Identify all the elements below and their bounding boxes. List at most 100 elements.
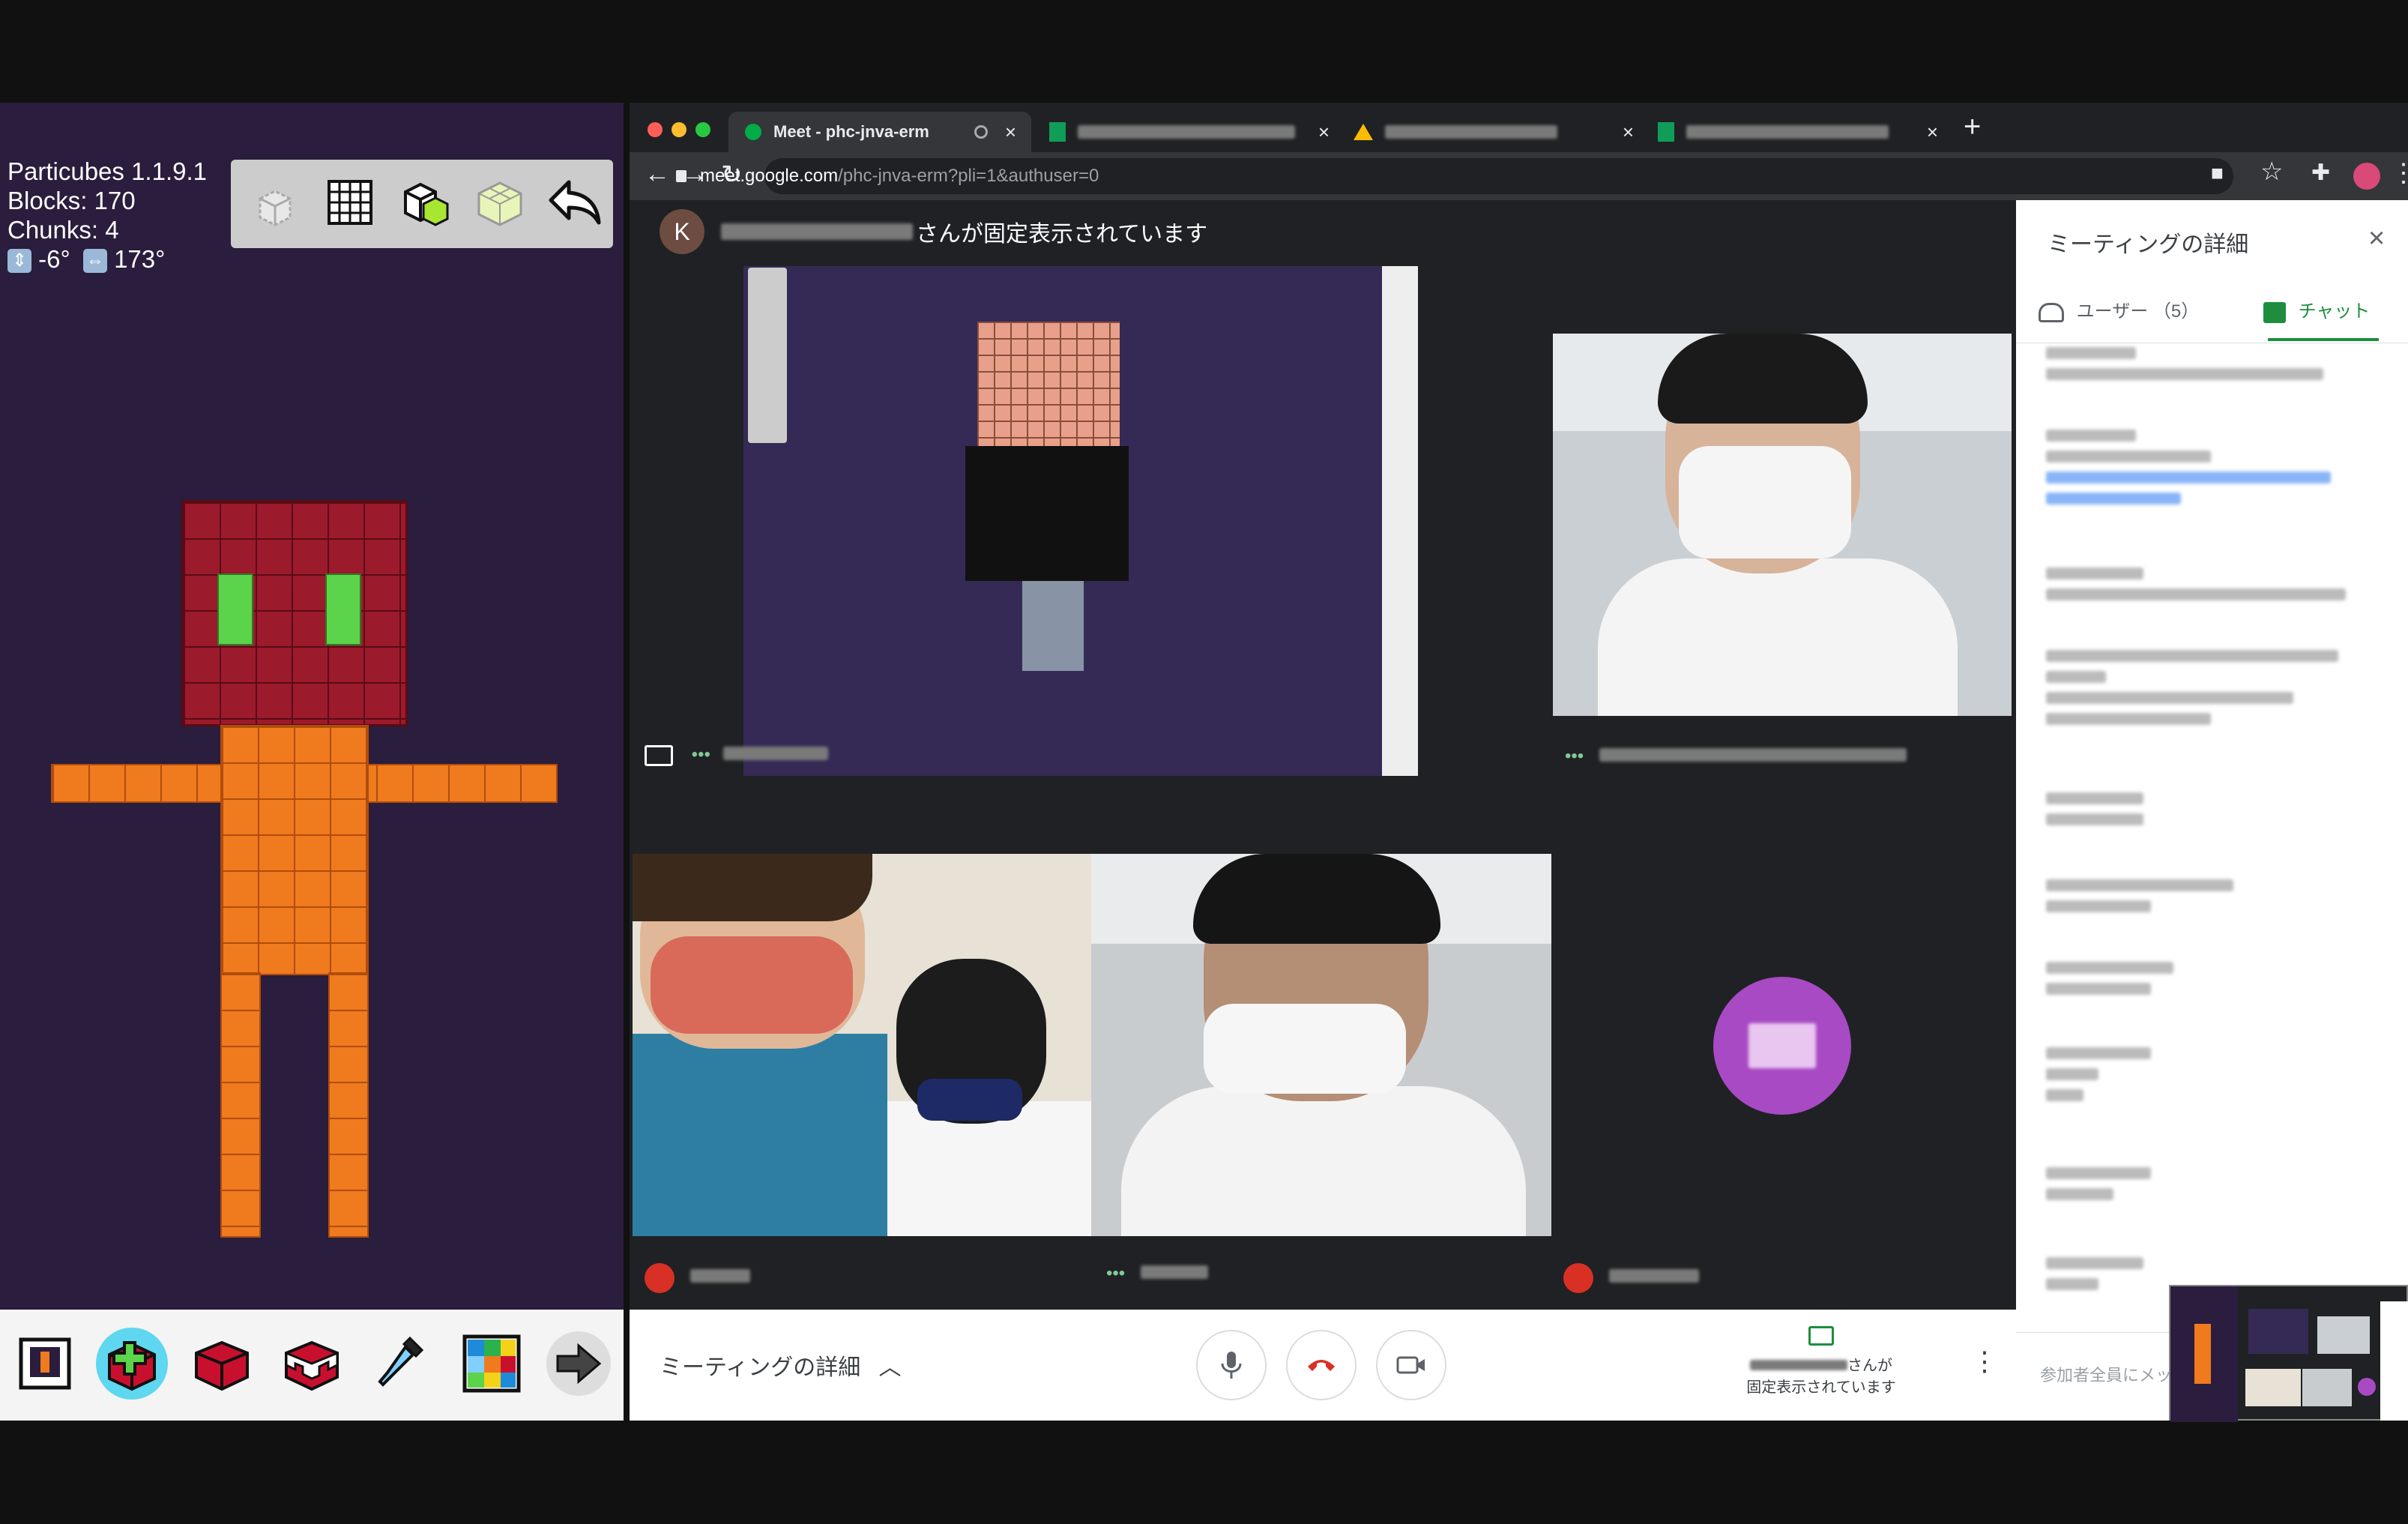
microphone-button[interactable] xyxy=(1196,1330,1267,1400)
thumb-tile xyxy=(2317,1316,2370,1354)
photo-icon[interactable] xyxy=(7,1326,82,1401)
muted-mic-icon xyxy=(1563,1263,1593,1293)
add-block-icon[interactable] xyxy=(393,170,457,235)
menu-kebab-icon[interactable]: ⋮ xyxy=(2391,158,2408,188)
particubes-app[interactable]: Particubes 1.1.9.1 Blocks: 170 Chunks: 4… xyxy=(0,103,624,1421)
name-blurred xyxy=(689,1269,750,1283)
name-blurred xyxy=(1750,1360,1847,1370)
meet-control-bar: ミーティングの詳細 ︿ さんが 固定表示されています ⋮ xyxy=(630,1310,2016,1421)
participant-avatar[interactable] xyxy=(1713,977,1851,1115)
address-bar: ← → ↻ meet.google.com/phc-jnva-erm?pli=1… xyxy=(630,152,2408,200)
meeting-details-toggle[interactable]: ミーティングの詳細 ︿ xyxy=(660,1349,902,1382)
tab-users[interactable]: ユーザー （5） xyxy=(2039,296,2199,322)
bookmark-star-icon[interactable]: ☆ xyxy=(2260,157,2283,187)
patterned-mask xyxy=(651,936,853,1034)
pinned-status-line2: 固定表示されています xyxy=(1746,1379,1896,1396)
screen-thumbnail[interactable] xyxy=(2169,1285,2408,1422)
tab-users-label: ユーザー （5） xyxy=(2076,301,2200,322)
close-tab-icon[interactable]: × xyxy=(1005,121,1016,144)
select-cube-icon[interactable] xyxy=(243,170,307,235)
pin-banner-text: さんが固定表示されています xyxy=(916,222,1208,247)
close-window-dot[interactable] xyxy=(648,122,663,137)
maximize-window-dot[interactable] xyxy=(695,122,710,137)
tab-chat[interactable]: チャット xyxy=(2263,296,2370,323)
close-tab-icon[interactable]: × xyxy=(1318,121,1330,144)
extensions-icon[interactable]: ✚ xyxy=(2311,160,2330,186)
tab-title: Meet - phc-jnva-erm xyxy=(773,122,929,141)
tab-chat-label: チャット xyxy=(2298,301,2371,322)
name-blurred xyxy=(1599,748,1907,762)
second-child-mask xyxy=(917,1079,1022,1121)
more-options-icon[interactable]: ••• xyxy=(1565,746,1584,766)
close-tab-icon[interactable]: × xyxy=(1927,121,1938,144)
left-leg xyxy=(220,972,261,1238)
vertical-arrows-icon: ⇕ xyxy=(7,249,31,274)
sheets-favicon xyxy=(1658,122,1674,142)
thumb-character xyxy=(2194,1324,2211,1384)
profile-avatar[interactable] xyxy=(2353,163,2380,190)
more-options-icon[interactable]: ••• xyxy=(692,744,710,765)
add-block-icon[interactable] xyxy=(94,1326,169,1401)
tab-sheets-2[interactable]: × xyxy=(1650,112,1943,152)
browser-window: Meet - phc-jnva-erm × × × × + ← → ↻ meet… xyxy=(630,103,2408,1421)
chat-message xyxy=(2046,962,2173,1004)
minimize-window-dot[interactable] xyxy=(672,122,687,137)
meet-stage: K さんが固定表示されています ••• ••• ••• ミーティングの詳細 ︿ … xyxy=(630,200,2016,1421)
shared-voxel-head xyxy=(977,322,1120,464)
camera-angles: ⇕ -6° ⇔ 173° xyxy=(7,244,207,274)
participant-name-3: ••• xyxy=(1106,1263,1208,1284)
avatar: K xyxy=(660,209,704,254)
leave-call-button[interactable] xyxy=(1286,1330,1357,1400)
present-screen-icon xyxy=(1808,1326,1834,1346)
thumb-avatar xyxy=(2358,1378,2376,1396)
meeting-details-panel: ミーティングの詳細 × ユーザー （5） チャット 参加者全員にメッ xyxy=(2016,200,2408,1421)
name-blurred xyxy=(1140,1265,1208,1279)
tab-drive[interactable]: × xyxy=(1346,112,1638,152)
participant-video-2[interactable] xyxy=(633,854,1091,1236)
participant-video-3[interactable] xyxy=(1091,854,1551,1236)
palette-icon[interactable] xyxy=(454,1326,529,1401)
version-text: Particubes 1.1.9.1 xyxy=(7,157,207,185)
close-panel-icon[interactable]: × xyxy=(2368,223,2385,255)
more-options-icon[interactable]: ••• xyxy=(1106,1263,1125,1283)
person-shirt xyxy=(1598,558,1958,716)
participant-video-1[interactable] xyxy=(1553,334,2012,716)
thumb-tile xyxy=(2245,1369,2301,1406)
eyedropper-icon[interactable] xyxy=(364,1326,439,1401)
shared-right-strip xyxy=(1382,266,1418,776)
close-tab-icon[interactable]: × xyxy=(1623,121,1634,144)
next-arrow-icon[interactable] xyxy=(541,1326,616,1401)
url-field[interactable]: meet.google.com/phc-jnva-erm?pli=1&authu… xyxy=(676,158,2233,194)
grid-icon[interactable] xyxy=(318,170,382,235)
new-tab-icon[interactable]: + xyxy=(1964,110,1981,144)
meeting-details-label: ミーティングの詳細 xyxy=(660,1355,861,1380)
pinned-presentation-status[interactable]: さんが 固定表示されています xyxy=(1739,1326,1904,1397)
undo-icon[interactable] xyxy=(543,170,607,235)
child-shirt xyxy=(633,1034,887,1236)
voxel-character[interactable] xyxy=(51,500,561,1242)
url-lock-icon xyxy=(676,170,687,182)
sheets-favicon xyxy=(1049,122,1066,142)
tab-sheets-1[interactable]: × xyxy=(1042,112,1334,152)
bottom-toolbar xyxy=(0,1310,624,1421)
chat-message xyxy=(2046,1257,2143,1299)
microphone-icon xyxy=(1221,1352,1242,1379)
thumb-tile xyxy=(2302,1369,2352,1406)
back-icon[interactable]: ← xyxy=(645,160,670,189)
presenter-name: ••• xyxy=(645,744,828,766)
camera-indicator-icon[interactable]: ■ xyxy=(2211,161,2224,185)
fill-block-icon[interactable] xyxy=(468,170,532,235)
chat-input[interactable]: 参加者全員にメッ xyxy=(2040,1362,2172,1386)
tab-meet[interactable]: Meet - phc-jnva-erm × xyxy=(728,112,1031,152)
camera-button[interactable] xyxy=(1376,1330,1446,1400)
chat-message xyxy=(2046,430,2331,513)
chat-message xyxy=(2046,792,2143,834)
left-eye xyxy=(217,573,253,645)
blocks-count: Blocks: 170 xyxy=(7,187,136,214)
tab-bar: Meet - phc-jnva-erm × × × × + xyxy=(630,103,2408,152)
url-host: meet.google.com xyxy=(700,166,839,186)
paint-block-icon[interactable] xyxy=(274,1326,349,1401)
more-options-kebab-icon[interactable]: ⋮ xyxy=(1971,1346,1998,1377)
place-block-icon[interactable] xyxy=(184,1326,259,1401)
presentation-tile[interactable] xyxy=(743,266,1418,776)
